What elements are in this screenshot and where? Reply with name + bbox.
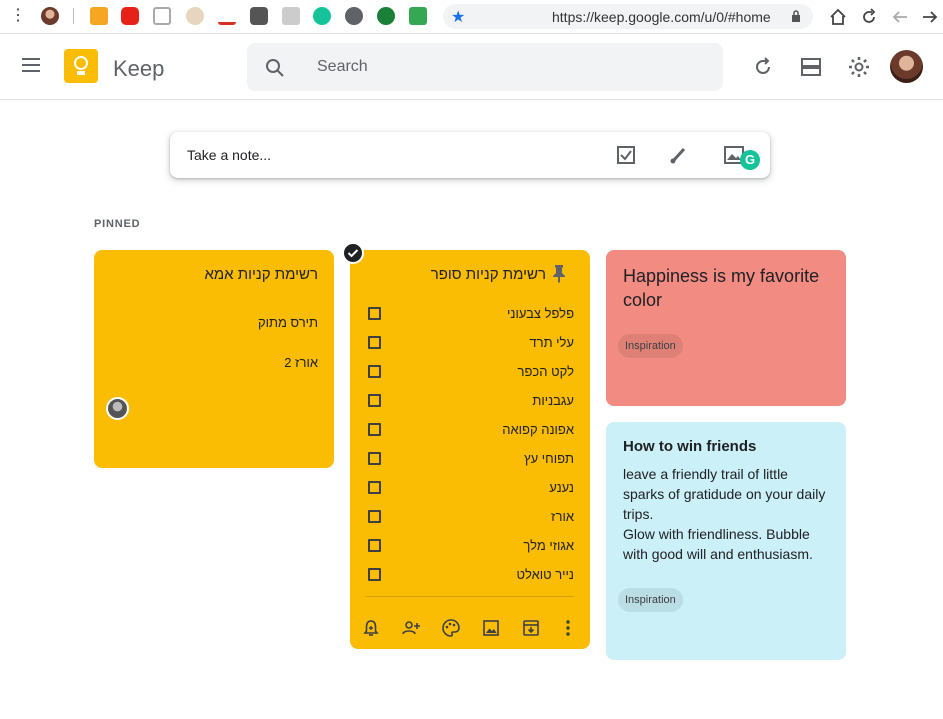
- checkbox[interactable]: [368, 510, 381, 523]
- home-icon[interactable]: [829, 8, 847, 26]
- browser-menu-icon[interactable]: ⋮: [10, 7, 26, 25]
- pin-icon[interactable]: [548, 262, 570, 284]
- checklist-item[interactable]: אגוזי מלך: [350, 534, 590, 558]
- reload-icon[interactable]: [860, 8, 878, 26]
- checklist-item-text: עגבניות: [532, 393, 574, 408]
- main-menu-icon[interactable]: [22, 58, 42, 74]
- checklist-item-text: אורז: [551, 509, 574, 524]
- checkbox[interactable]: [368, 394, 381, 407]
- checklist-item[interactable]: עגבניות: [350, 389, 590, 413]
- note-title: How to win friends: [623, 438, 757, 455]
- note-body-paragraph: Glow with friendliness. Bubble with good…: [623, 526, 813, 562]
- extension-printer-icon[interactable]: [409, 7, 427, 25]
- extension-layout-icon[interactable]: [153, 7, 171, 25]
- address-bar[interactable]: ★ https://keep.google.com/u/0/#home: [443, 4, 813, 29]
- toolbar-divider: [73, 8, 74, 24]
- new-list-checkbox-icon[interactable]: [615, 144, 637, 166]
- url-text: https://keep.google.com/u/0/#home: [552, 9, 771, 25]
- new-drawing-brush-icon[interactable]: [668, 144, 690, 166]
- take-note-bar[interactable]: Take a note... G: [170, 132, 770, 178]
- checkbox[interactable]: [368, 423, 381, 436]
- back-icon[interactable]: [891, 8, 909, 26]
- settings-gear-icon[interactable]: [847, 55, 871, 79]
- label-chip-inspiration[interactable]: Inspiration: [618, 334, 683, 358]
- checklist-item[interactable]: תפוחי עץ: [350, 447, 590, 471]
- checklist-item[interactable]: אפונה קפואה: [350, 418, 590, 442]
- more-options-icon[interactable]: [558, 618, 578, 638]
- checkbox[interactable]: [368, 365, 381, 378]
- checkbox[interactable]: [368, 539, 381, 552]
- search-icon[interactable]: [265, 58, 285, 78]
- extension-cart-icon[interactable]: [218, 7, 236, 25]
- note-title: רשימת קניות סופר: [430, 266, 546, 283]
- extension-face-icon[interactable]: [186, 7, 204, 25]
- search-input[interactable]: [317, 57, 697, 77]
- remind-me-bell-icon[interactable]: [361, 618, 381, 638]
- extension-ghost-icon[interactable]: [250, 7, 268, 25]
- take-note-placeholder[interactable]: Take a note...: [187, 147, 271, 163]
- checklist-item[interactable]: אורז: [350, 505, 590, 529]
- checklist-item-text: אגוזי מלך: [523, 538, 574, 553]
- color-palette-icon[interactable]: [441, 618, 461, 638]
- note-title: Happiness is my favorite color: [623, 266, 820, 310]
- note-title: רשימת קניות אמא: [204, 266, 318, 283]
- note-how-to-win-friends[interactable]: How to win friends leave a friendly trai…: [606, 422, 846, 660]
- search-bar[interactable]: [247, 43, 723, 91]
- add-collaborator-icon[interactable]: [401, 618, 421, 638]
- checklist-item[interactable]: נייר טואלט: [350, 563, 590, 587]
- checklist-item[interactable]: לקט הכפר: [350, 360, 590, 384]
- collaborator-avatar[interactable]: [106, 397, 129, 420]
- checklist-item[interactable]: נענע: [350, 476, 590, 500]
- checkbox[interactable]: [368, 336, 381, 349]
- profile-avatar-icon[interactable]: [41, 7, 59, 25]
- note-body-paragraph: leave a friendly trail of little sparks …: [623, 466, 826, 522]
- checklist-item-text: תפוחי עץ: [524, 451, 574, 466]
- forward-icon[interactable]: [921, 8, 939, 26]
- note-mom-shopping-list[interactable]: רשימת קניות אמא תירס מתוק אורז 2: [94, 250, 334, 468]
- app-header: Keep: [0, 35, 943, 100]
- browser-toolbar: ⋮ ★ https://keep.google.com/u/0/#home: [0, 0, 943, 34]
- note-happiness[interactable]: Happiness is my favorite color Inspirati…: [606, 250, 846, 406]
- checkbox[interactable]: [368, 568, 381, 581]
- extension-grammarly-icon[interactable]: [313, 7, 331, 25]
- checklist-item-text: לקט הכפר: [517, 364, 574, 379]
- pinned-section-label: PINNED: [94, 218, 141, 230]
- app-title[interactable]: Keep: [113, 56, 164, 82]
- select-note-check-icon[interactable]: [342, 242, 364, 264]
- extension-chat-icon[interactable]: [282, 7, 300, 25]
- checkbox[interactable]: [368, 452, 381, 465]
- extension-clock-icon[interactable]: [345, 7, 363, 25]
- checkbox[interactable]: [368, 307, 381, 320]
- refresh-icon[interactable]: [751, 55, 775, 79]
- note-line: תירס מתוק: [257, 315, 318, 330]
- extension-youtube-icon[interactable]: [121, 7, 139, 25]
- checklist-item[interactable]: עלי תרד: [350, 331, 590, 355]
- checkbox[interactable]: [368, 481, 381, 494]
- checklist-item-text: נענע: [549, 480, 574, 495]
- account-avatar[interactable]: [890, 50, 923, 83]
- keep-logo-icon[interactable]: [64, 49, 98, 83]
- checklist-item-text: פלפל צבעוני: [507, 306, 574, 321]
- lock-icon: [792, 10, 800, 22]
- list-view-icon[interactable]: [799, 55, 823, 79]
- checklist-item-text: נייר טואלט: [516, 567, 574, 582]
- extension-green-icon[interactable]: [377, 7, 395, 25]
- label-chip-inspiration[interactable]: Inspiration: [618, 588, 683, 612]
- extension-slides-icon[interactable]: [90, 7, 108, 25]
- note-body: leave a friendly trail of little sparks …: [623, 464, 833, 564]
- checklist-item-text: אפונה קפואה: [502, 422, 574, 437]
- note-line: אורז 2: [284, 355, 318, 370]
- grammarly-icon[interactable]: G: [740, 150, 760, 170]
- add-image-icon[interactable]: [481, 618, 501, 638]
- note-supermarket-list[interactable]: רשימת קניות סופר פלפל צבעוני עלי תרד לקט…: [350, 250, 590, 649]
- checklist-item-text: עלי תרד: [529, 335, 574, 350]
- bookmark-star-icon[interactable]: ★: [451, 7, 465, 27]
- checklist-item[interactable]: פלפל צבעוני: [350, 302, 590, 326]
- archive-icon[interactable]: [521, 618, 541, 638]
- note-divider: [366, 596, 574, 597]
